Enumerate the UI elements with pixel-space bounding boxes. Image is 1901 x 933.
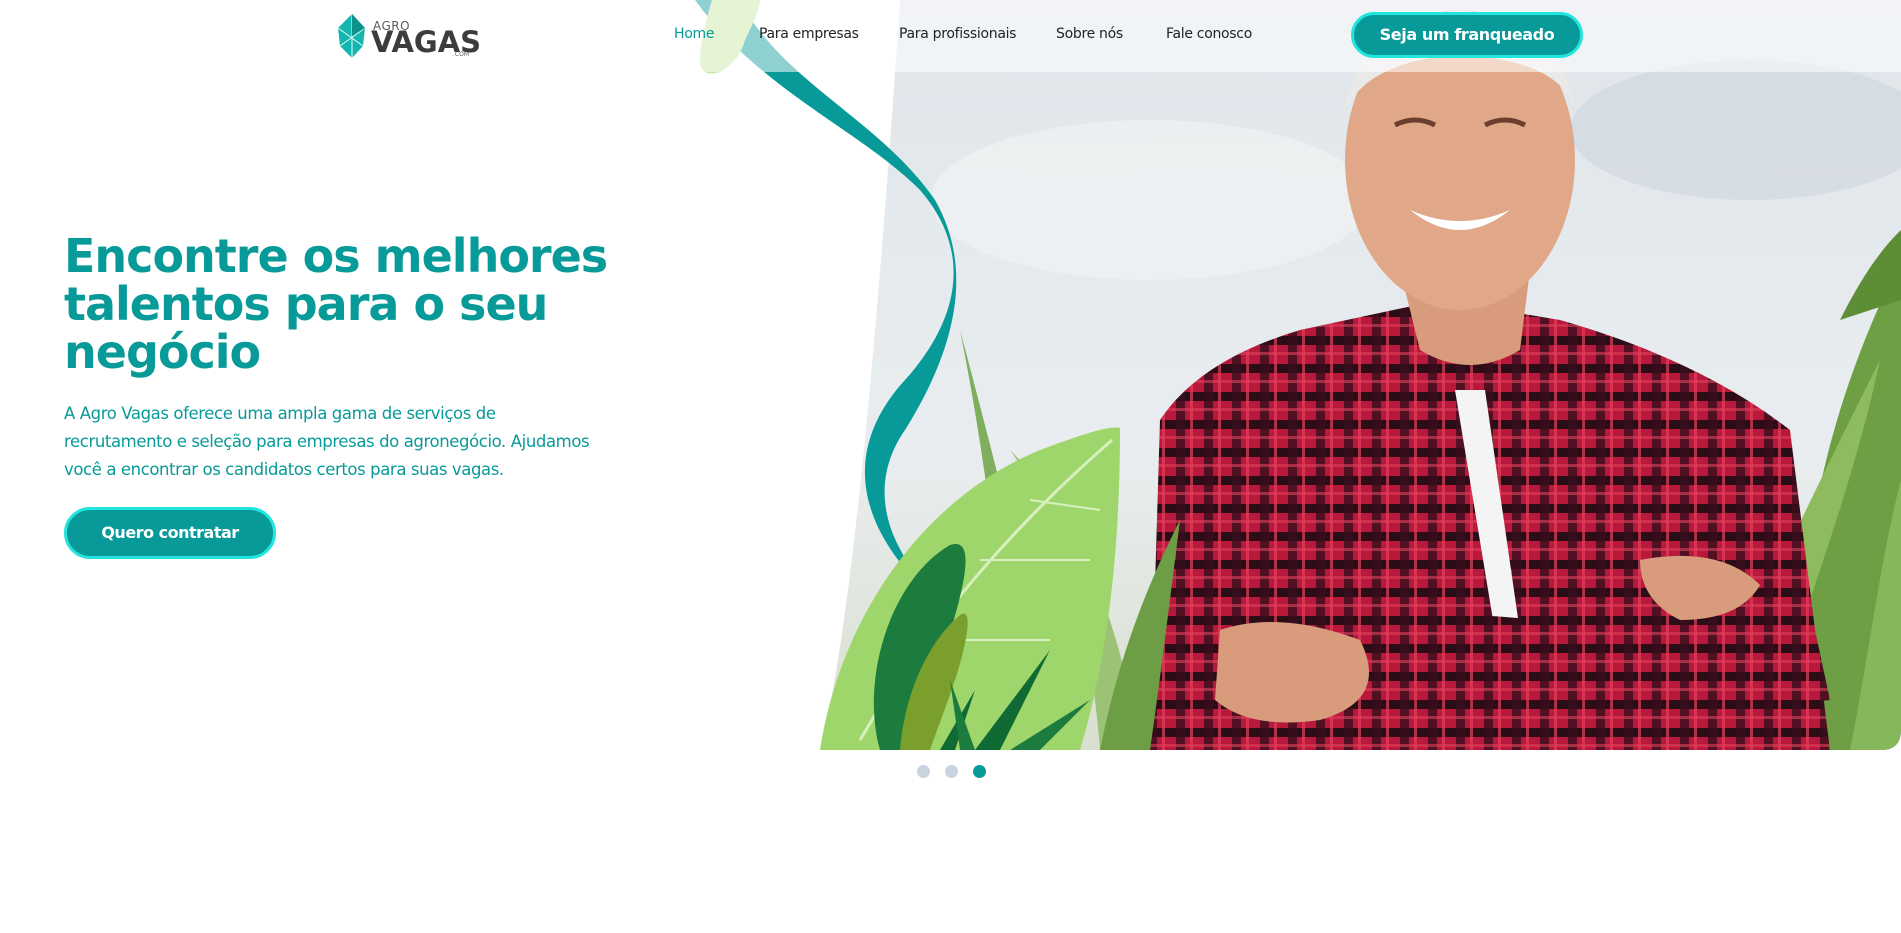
nav-para-profissionais[interactable]: Para profissionais	[899, 26, 1016, 42]
logo[interactable]: AGRO VAGAS .COM	[335, 10, 481, 60]
leaf-crystal-icon	[337, 14, 366, 58]
carousel-dot-3[interactable]	[973, 765, 986, 778]
franchise-button[interactable]: Seja um franqueado	[1351, 12, 1583, 58]
landing-page: AGRO VAGAS .COM Home Para empresas Para …	[0, 0, 1901, 933]
nav-para-empresas[interactable]: Para empresas	[759, 26, 859, 42]
logo-suffix-text: .COM	[453, 51, 469, 58]
nav-sobre-nos[interactable]: Sobre nós	[1056, 26, 1123, 42]
carousel-dot-1[interactable]	[917, 765, 930, 778]
nav-home[interactable]: Home	[674, 26, 714, 42]
nav-fale-conosco[interactable]: Fale conosco	[1166, 26, 1252, 42]
hero-title: Encontre os melhores talentos para o seu…	[64, 229, 608, 379]
hire-button[interactable]: Quero contratar	[64, 507, 276, 559]
site-header: AGRO VAGAS .COM Home Para empresas Para …	[0, 0, 1901, 72]
hero-description: A Agro Vagas oferece uma ampla gama de s…	[64, 404, 590, 479]
carousel-dot-2[interactable]	[945, 765, 958, 778]
